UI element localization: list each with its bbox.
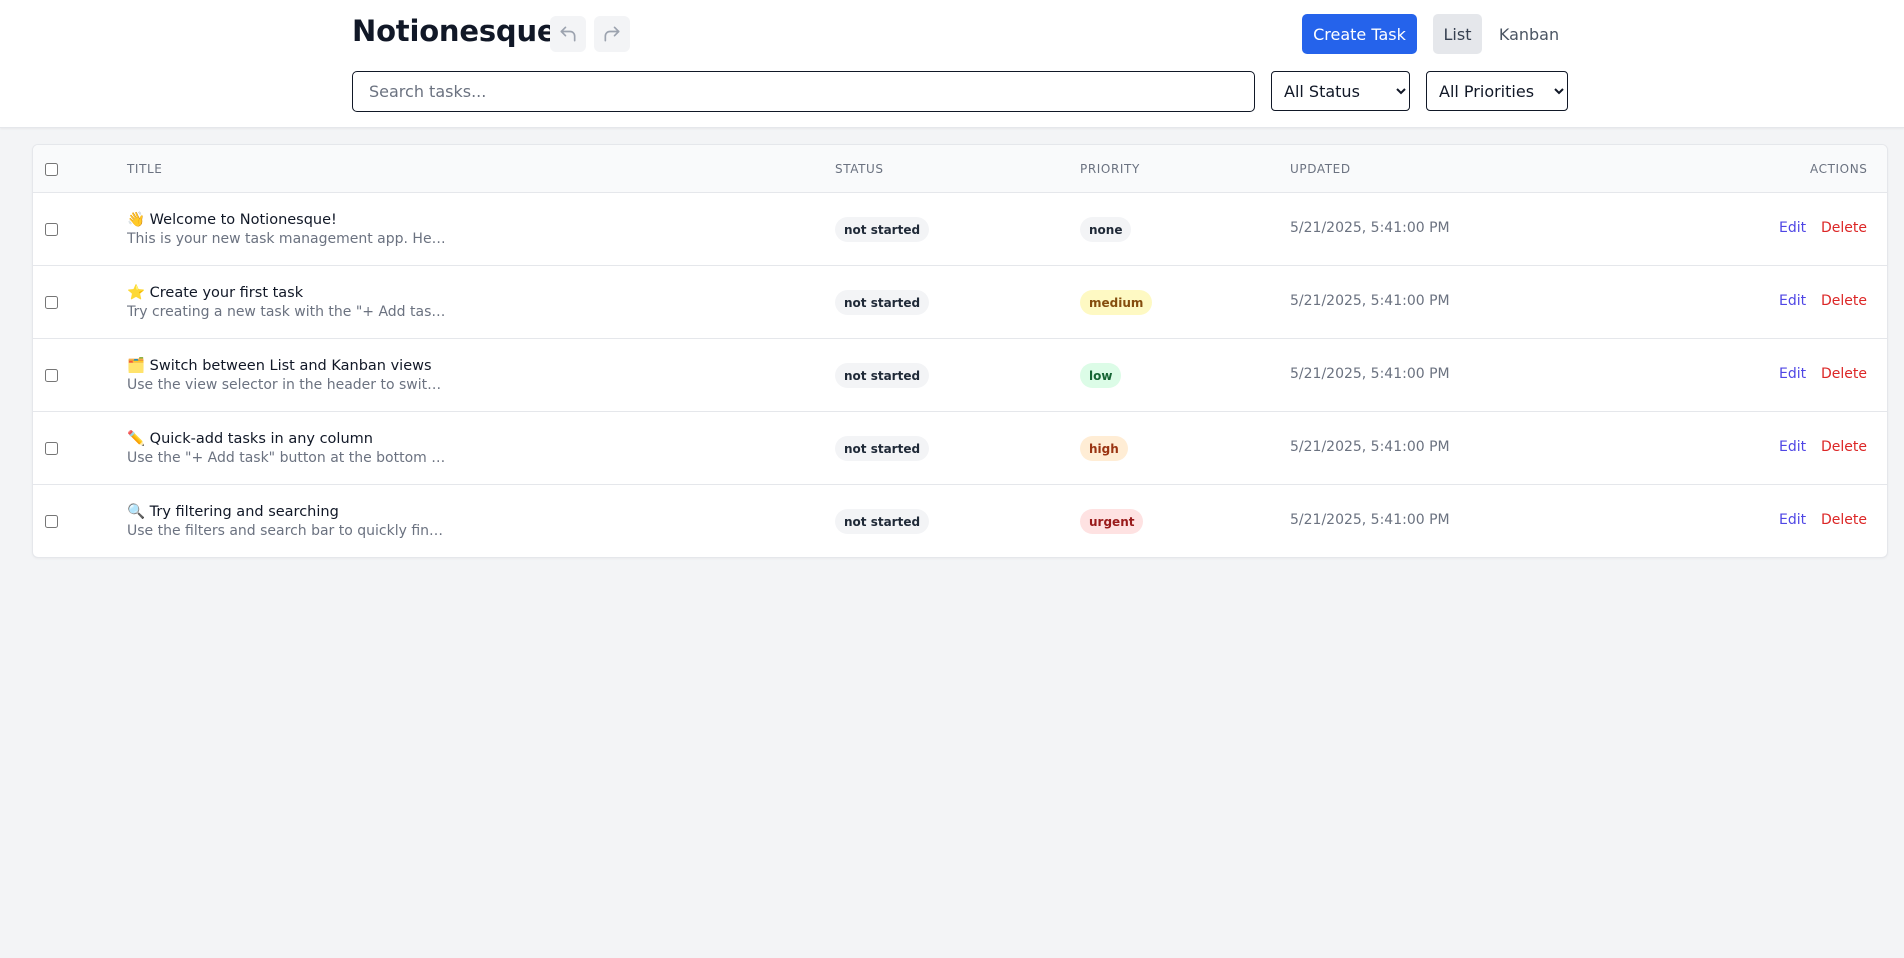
status-badge: not started: [835, 290, 930, 315]
app-header: Notionesque Create Task List Kanban All …: [0, 0, 1904, 128]
updated-timestamp: 5/21/2025, 5:41:00 PM: [1290, 439, 1450, 455]
task-description: Try creating a new task with the "+ Add …: [127, 304, 447, 320]
column-header-actions: Actions: [1810, 162, 1868, 176]
row-checkbox[interactable]: [45, 223, 58, 236]
select-all-checkbox[interactable]: [45, 163, 58, 176]
task-description: Use the filters and search bar to quickl…: [127, 523, 447, 539]
task-table: Title Status Priority Updated Actions 👋 …: [32, 144, 1888, 558]
table-row[interactable]: 🔍 Try filtering and searching Use the fi…: [33, 485, 1887, 557]
task-title[interactable]: ⭐ Create your first task: [127, 284, 303, 301]
delete-button[interactable]: Delete: [1821, 512, 1867, 528]
priority-filter-select[interactable]: All Priorities: [1426, 71, 1568, 111]
edit-button[interactable]: Edit: [1779, 439, 1806, 455]
updated-timestamp: 5/21/2025, 5:41:00 PM: [1290, 220, 1450, 236]
priority-badge: low: [1080, 363, 1122, 388]
view-list-button[interactable]: List: [1433, 14, 1482, 54]
status-badge: not started: [835, 509, 930, 534]
create-task-button[interactable]: Create Task: [1302, 14, 1417, 54]
delete-button[interactable]: Delete: [1821, 439, 1867, 455]
search-input[interactable]: [352, 71, 1255, 112]
table-header: Title Status Priority Updated Actions: [33, 145, 1887, 193]
column-header-priority: Priority: [1080, 162, 1140, 176]
status-badge: not started: [835, 217, 930, 242]
task-title[interactable]: ✏️ Quick-add tasks in any column: [127, 430, 373, 447]
view-kanban-button[interactable]: Kanban: [1494, 14, 1564, 54]
status-filter-select[interactable]: All Status: [1271, 71, 1410, 111]
edit-button[interactable]: Edit: [1779, 220, 1806, 236]
table-row[interactable]: ✏️ Quick-add tasks in any column Use the…: [33, 412, 1887, 485]
task-description: Use the "+ Add task" button at the botto…: [127, 450, 447, 466]
delete-button[interactable]: Delete: [1821, 293, 1867, 309]
updated-timestamp: 5/21/2025, 5:41:00 PM: [1290, 366, 1450, 382]
priority-badge: none: [1080, 217, 1132, 242]
updated-timestamp: 5/21/2025, 5:41:00 PM: [1290, 293, 1450, 309]
task-description: This is your new task management app. He…: [127, 231, 447, 247]
edit-button[interactable]: Edit: [1779, 512, 1806, 528]
row-checkbox[interactable]: [45, 296, 58, 309]
table-row[interactable]: ⭐ Create your first task Try creating a …: [33, 266, 1887, 339]
priority-badge: urgent: [1080, 509, 1144, 534]
column-header-status: Status: [835, 162, 884, 176]
task-description: Use the view selector in the header to s…: [127, 377, 447, 393]
undo-button[interactable]: [550, 16, 586, 52]
app-title: Notionesque: [352, 14, 557, 48]
column-header-updated: Updated: [1290, 162, 1351, 176]
priority-badge: medium: [1080, 290, 1153, 315]
status-badge: not started: [835, 436, 930, 461]
status-badge: not started: [835, 363, 930, 388]
table-row[interactable]: 🗂️ Switch between List and Kanban views …: [33, 339, 1887, 412]
redo-icon: [604, 26, 620, 42]
delete-button[interactable]: Delete: [1821, 366, 1867, 382]
redo-button[interactable]: [594, 16, 630, 52]
row-checkbox[interactable]: [45, 369, 58, 382]
task-title[interactable]: 🗂️ Switch between List and Kanban views: [127, 357, 432, 374]
row-checkbox[interactable]: [45, 442, 58, 455]
undo-icon: [560, 26, 576, 42]
delete-button[interactable]: Delete: [1821, 220, 1867, 236]
edit-button[interactable]: Edit: [1779, 366, 1806, 382]
row-checkbox[interactable]: [45, 515, 58, 528]
column-header-title: Title: [127, 162, 163, 176]
task-title[interactable]: 🔍 Try filtering and searching: [127, 503, 339, 520]
priority-badge: high: [1080, 436, 1128, 461]
table-row[interactable]: 👋 Welcome to Notionesque! This is your n…: [33, 193, 1887, 266]
task-title[interactable]: 👋 Welcome to Notionesque!: [127, 211, 337, 228]
updated-timestamp: 5/21/2025, 5:41:00 PM: [1290, 512, 1450, 528]
edit-button[interactable]: Edit: [1779, 293, 1806, 309]
